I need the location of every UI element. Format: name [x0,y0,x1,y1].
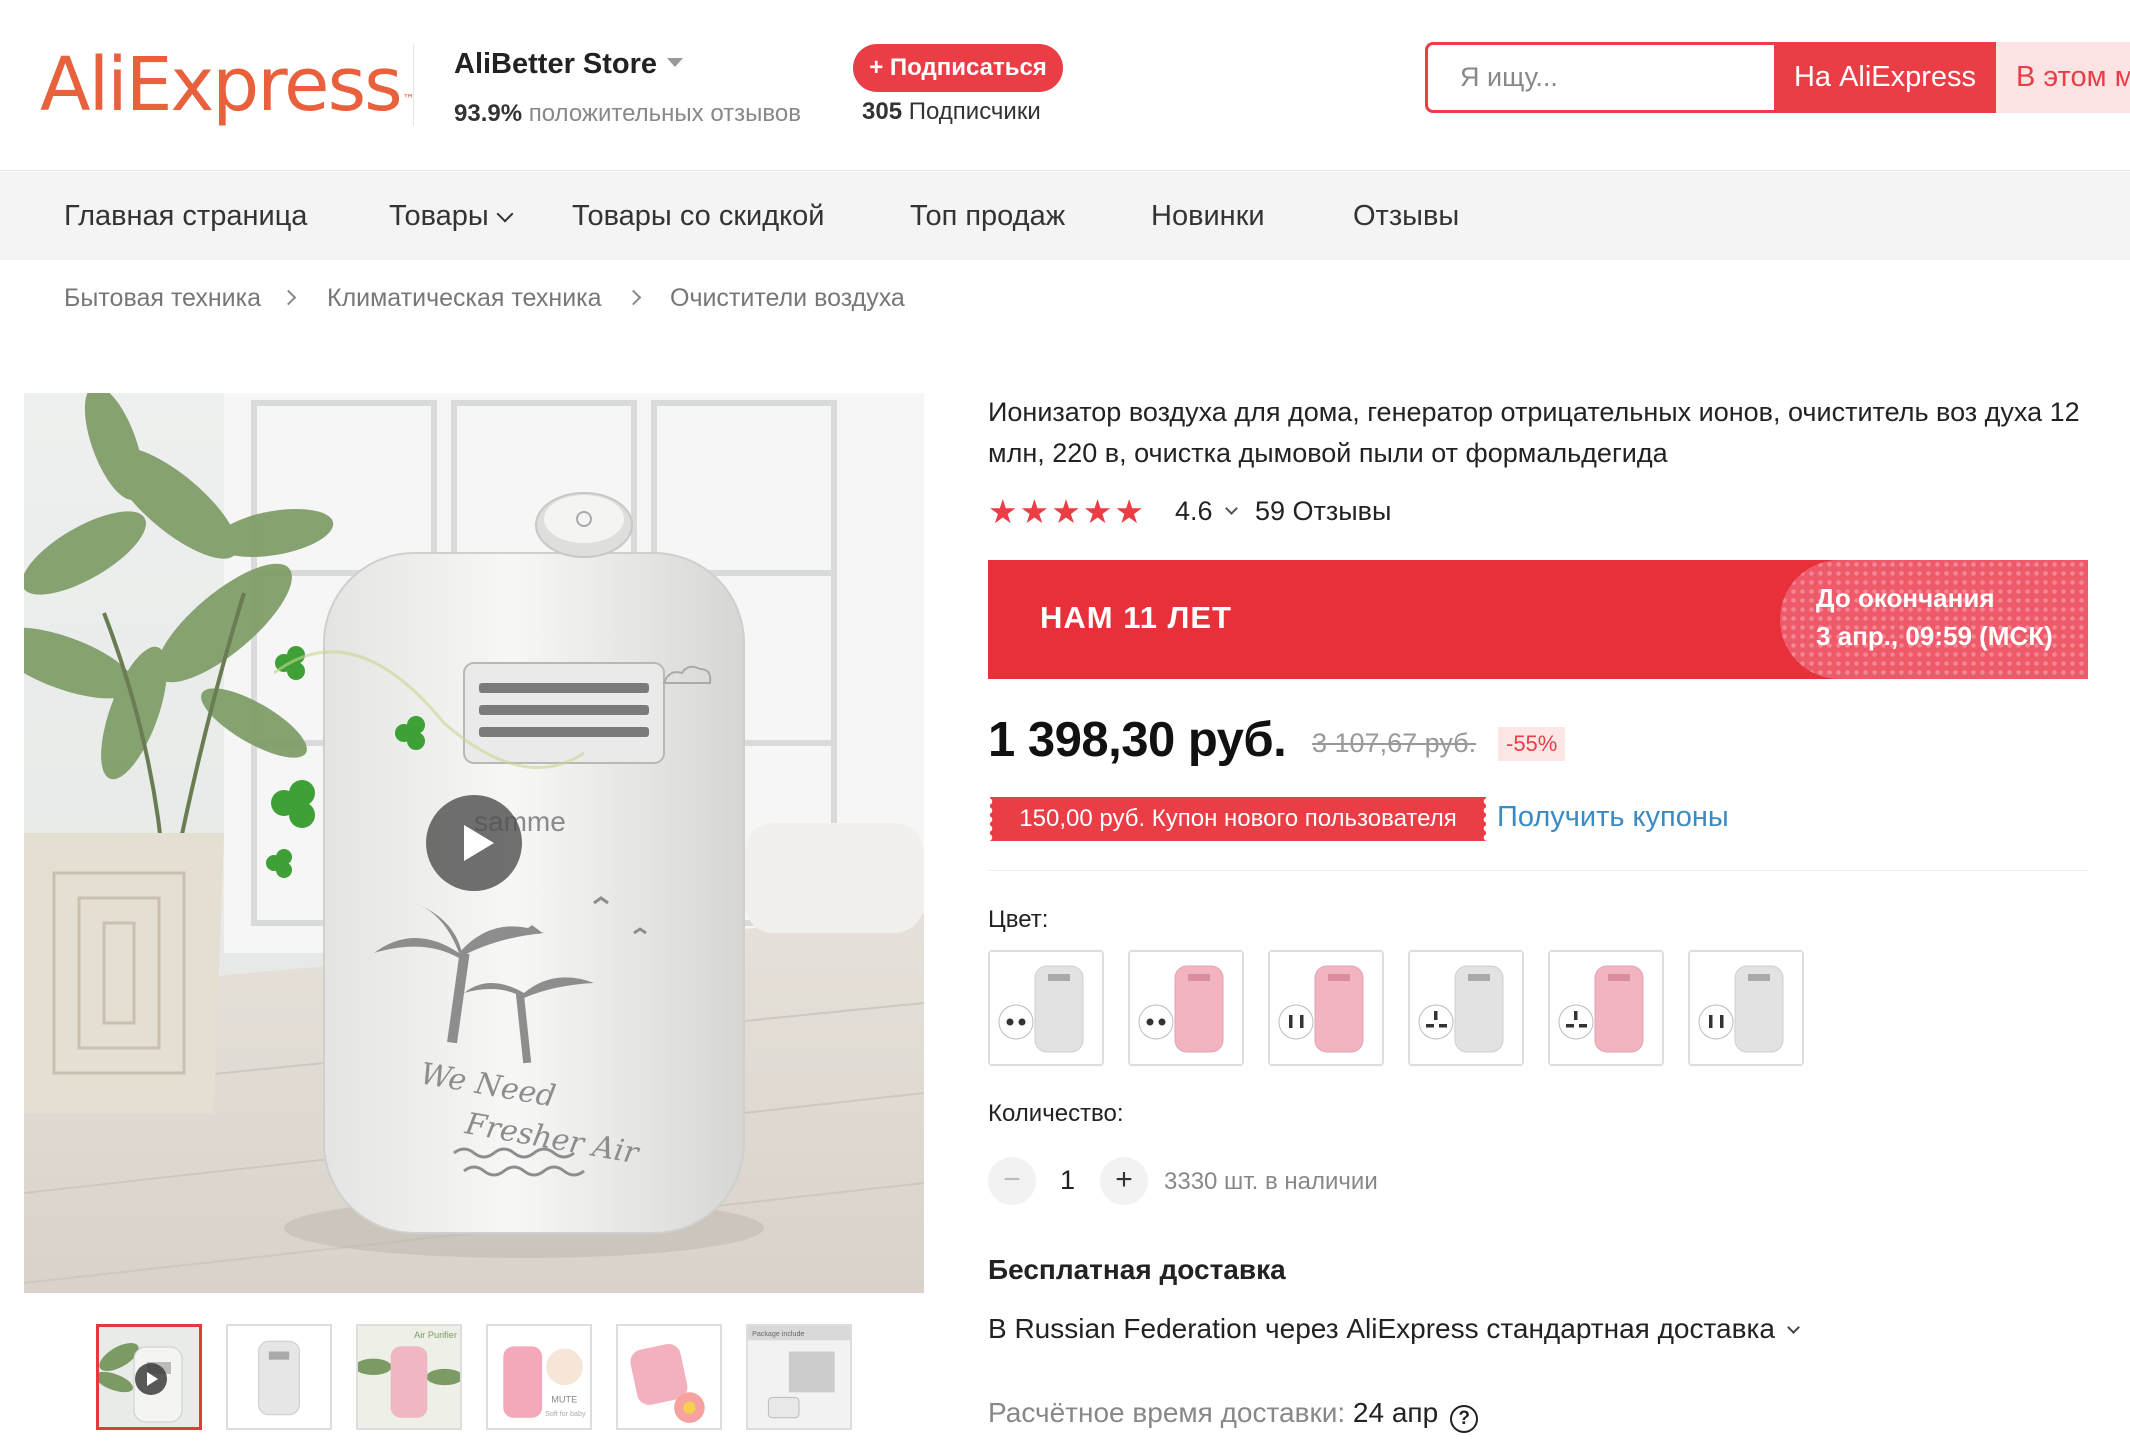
breadcrumb-item[interactable]: Очистители воздуха [670,284,905,313]
thumbnail-air-purifier[interactable]: Air Purifier [356,1324,462,1430]
nav-products[interactable]: Товары [389,172,514,260]
promo-timer-panel [1780,560,2088,679]
chevron-down-icon [1787,1321,1800,1334]
breadcrumb-item[interactable]: Бытовая техника [64,284,261,313]
thumbnail-white-front[interactable] [226,1324,332,1430]
color-swatch-pink-uk[interactable] [1548,950,1664,1066]
discount-badge: -55% [1498,727,1566,761]
aliexpress-logo[interactable]: AliExpress ™ [40,40,415,130]
star-icon: ★ [1114,492,1144,531]
caret-down-icon[interactable] [667,57,684,67]
current-price: 1 398,30 руб. [988,713,1287,767]
breadcrumb-item[interactable]: Климатическая техника [327,284,602,313]
rating-stars: ★★★★★ [988,494,1146,530]
thumb-text-air-purifier: Air Purifier [414,1330,457,1340]
site-header: AliExpress ™ AliBetter Store 93.9% положи… [0,0,2130,171]
color-swatch-white-eu[interactable] [988,950,1104,1066]
thumb-text-package: Package include [752,1330,804,1338]
quantity-decrease-button[interactable]: − [988,1157,1036,1205]
play-video-button[interactable] [426,795,522,891]
product-main-image[interactable]: samme We Need Fresher Air [24,393,924,1293]
header-divider [413,44,414,126]
store-rating: 93.9% положительных отзывов [454,100,801,127]
promo-until-label: До окончания [1816,583,1995,613]
thumbnail-video[interactable] [96,1324,202,1430]
star-icon: ★ [988,492,1018,531]
promo-banner: НАМ 11 ЛЕТ [988,560,2088,679]
help-icon[interactable]: ? [1450,1405,1479,1433]
shipping-method-selector[interactable]: В Russian Federation через AliExpress ст… [988,1313,1800,1345]
quantity-label: Количество: [988,1100,1124,1127]
search-aliexpress-button[interactable]: На AliExpress [1774,42,1996,113]
rating-value[interactable]: 4.6 [1175,496,1213,527]
divider [988,870,2088,871]
chevron-right-icon [280,289,297,306]
delivery-eta: Расчётное время доставки: 24 апр? [988,1397,1479,1433]
nav-reviews[interactable]: Отзывы [1353,172,1459,260]
thumbnail-package[interactable]: Package include [746,1324,852,1430]
color-label: Цвет: [988,906,1049,933]
get-coupons-link[interactable]: Получить купоны [1497,801,1729,834]
nav-new[interactable]: Новинки [1151,172,1265,260]
chevron-right-icon [625,289,642,306]
play-icon [135,1363,167,1395]
thumbnail-pink-flower[interactable] [616,1324,722,1430]
store-nav-bar: Главная страница Товары Товары со скидко… [0,172,2130,260]
color-swatch-pink-eu[interactable] [1128,950,1244,1066]
nav-discounts[interactable]: Товары со скидкой [572,172,824,260]
color-swatch-pink-us[interactable] [1268,950,1384,1066]
product-title: Ионизатор воздуха для дома, генератор от… [988,397,2080,468]
old-price: 3 107,67 руб. [1312,728,1477,758]
chevron-down-icon [496,205,514,223]
shipping-title: Бесплатная доставка [988,1254,1286,1285]
color-swatch-white-uk[interactable] [1408,950,1524,1066]
quantity-value[interactable]: 1 [1060,1165,1075,1196]
star-icon: ★ [1051,492,1081,531]
nav-top-sales[interactable]: Топ продаж [910,172,1065,260]
star-icon: ★ [1019,492,1050,531]
thumb-text-mute-sub: Soft for baby [545,1410,586,1418]
promo-title: НАМ 11 ЛЕТ [1040,600,1232,635]
promo-until-date: 3 апр., 09:59 (МСК) [1816,621,2053,651]
search-in-store-button[interactable]: В этом м [1996,42,2130,113]
search-input[interactable]: Я ищу... [1425,42,1785,113]
subscribe-button[interactable]: + Подписаться [853,44,1063,92]
reviews-link[interactable]: 59 Отзывы [1255,496,1391,527]
store-name[interactable]: AliBetter Store [454,48,684,81]
followers-count: 305 Подписчики [862,98,1041,125]
chevron-down-icon[interactable] [1225,502,1238,515]
nav-home[interactable]: Главная страница [64,172,307,260]
star-icon: ★ [1082,492,1113,531]
color-swatch-white-us[interactable] [1688,950,1804,1066]
thumb-text-mute: MUTE [551,1395,577,1405]
stock-availability: 3330 шт. в наличии [1164,1168,1378,1195]
thumbnail-pink-mute[interactable]: MUTE Soft for baby [486,1324,592,1430]
quantity-increase-button[interactable]: + [1100,1157,1148,1205]
coupon-badge: 150,00 руб. Купон нового пользователя [989,797,1486,841]
